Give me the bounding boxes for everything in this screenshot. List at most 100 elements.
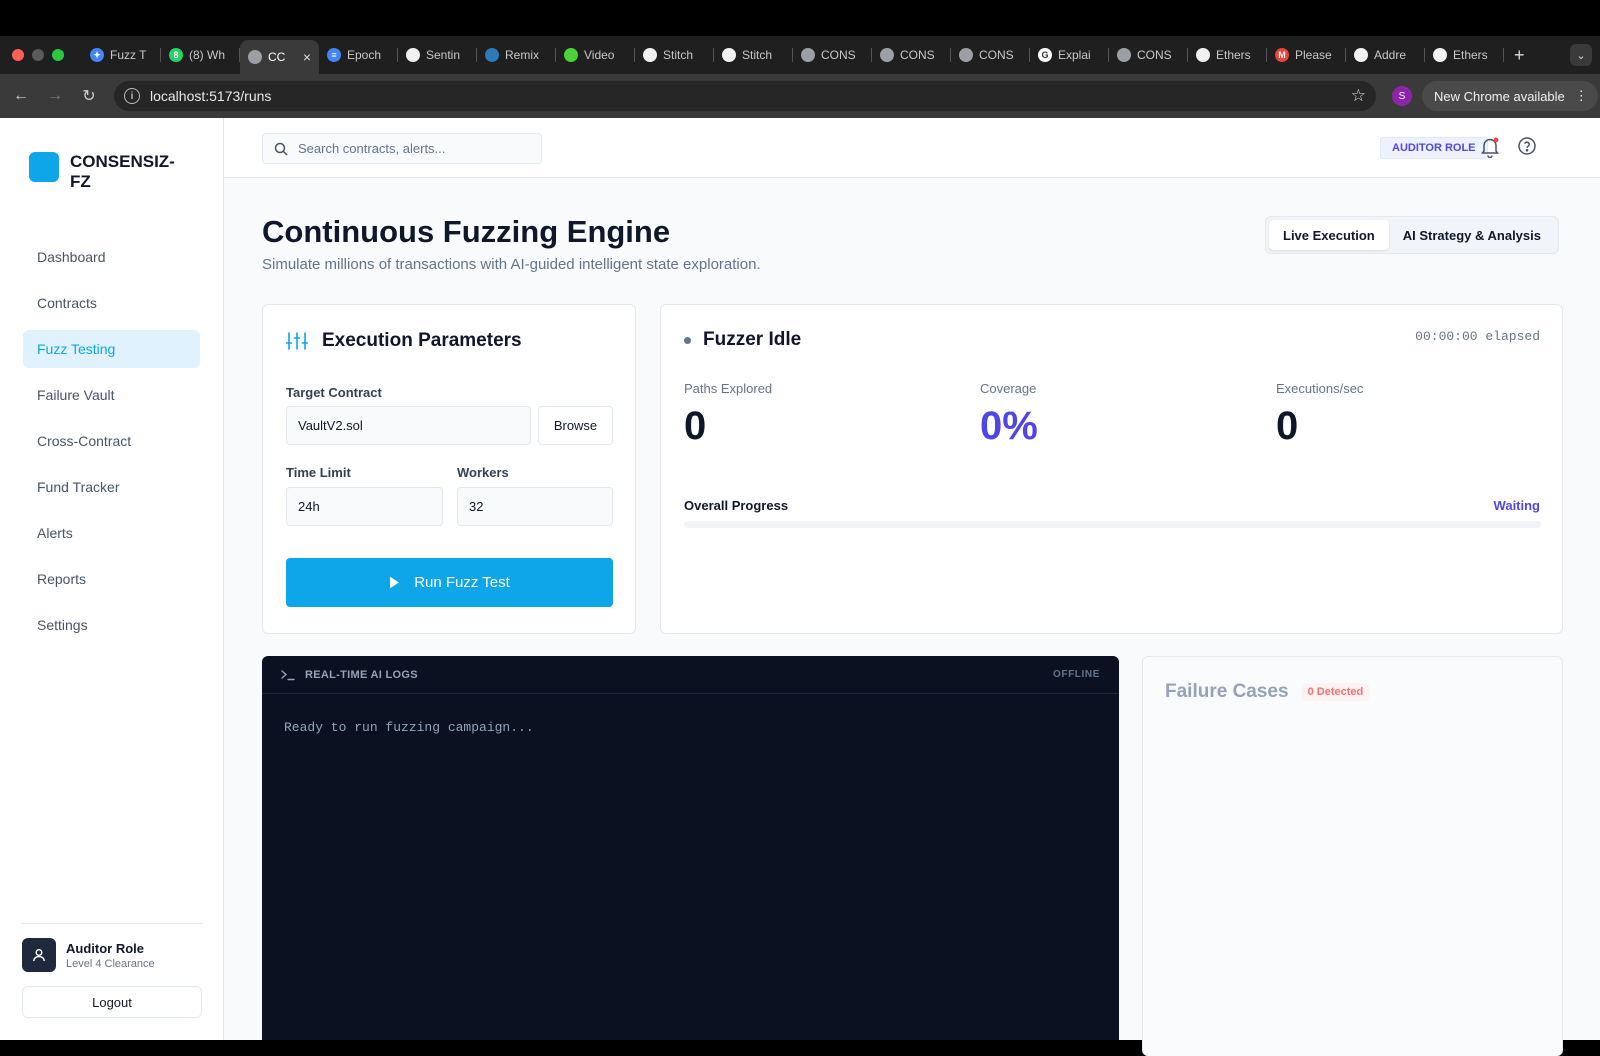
browser-tab[interactable]: Addre [1346,40,1425,70]
user-avatar-icon [22,938,56,972]
tab-title: CONS [821,48,856,62]
paths-explored-stat: Paths Explored 0 [684,381,772,449]
browser-tab[interactable]: ✦ Fuzz T [82,40,161,70]
browser-tab[interactable]: Video [556,40,635,70]
browser-tab[interactable]: Ethers [1425,40,1504,70]
browser-tab[interactable]: Remix [477,40,556,70]
failure-cases-title: Failure Cases [1165,681,1289,702]
sidebar-item-settings[interactable]: Settings [23,606,200,644]
tab-favicon-icon [406,48,420,62]
sidebar-item-failure-vault[interactable]: Failure Vault [23,376,200,414]
page-subtitle: Simulate millions of transactions with A… [262,256,761,273]
bookmark-star-icon[interactable]: ☆ [1351,86,1366,106]
tab-favicon-icon [1196,48,1210,62]
sidebar: CONSENSIZ-FZ Dashboard Contracts Fuzz Test… [0,118,224,1040]
reload-icon[interactable]: ↻ [72,86,106,106]
tab-title: Video [584,48,615,62]
coverage-value: 0% [980,404,1038,448]
browser-tab[interactable]: Sentin [398,40,477,70]
tab-favicon-icon [1117,48,1131,62]
browser-tab[interactable]: G Explai [1030,40,1109,70]
profile-avatar[interactable]: S [1392,86,1412,106]
browser-tab[interactable]: ≡ Epoch [319,40,398,70]
tab-favicon-icon [880,48,894,62]
fuzzer-status: Fuzzer Idle [684,329,801,351]
sidebar-item-fund-tracker[interactable]: Fund Tracker [23,468,200,506]
browse-button[interactable]: Browse [538,406,613,445]
browser-tab[interactable]: CONS [951,40,1030,70]
sidebar-item-alerts[interactable]: Alerts [23,514,200,552]
tab-favicon-icon [1433,48,1447,62]
tab-search-chevron-icon[interactable]: ⌄ [1570,44,1592,66]
params-header: Execution Parameters [286,330,522,352]
tab-title: Explai [1058,48,1091,62]
url-text: localhost:5173/runs [150,88,272,104]
ai-logs-panel: REAL-TIME AI LOGS OFFLINE Ready to run f… [262,656,1119,1040]
sidebar-item-dashboard[interactable]: Dashboard [23,238,200,276]
browser-tab[interactable]: Stitch [635,40,714,70]
tab-favicon-icon: M [1275,48,1289,62]
play-icon [390,576,400,589]
site-info-icon[interactable]: i [124,88,140,104]
zoom-window-button[interactable] [52,49,64,61]
tab-title: Epoch [347,48,382,62]
browser-tab[interactable]: CONS [1109,40,1188,70]
brand-logo-icon [29,152,59,182]
fuzzer-status-title: Fuzzer Idle [703,329,802,350]
tab-title: CONS [1137,48,1172,62]
search-input[interactable] [298,141,528,156]
browser-tab[interactable]: 8 (8) Wh [161,40,240,70]
tab-favicon-icon [643,48,657,62]
sidebar-item-fuzz-testing[interactable]: Fuzz Testing [23,330,200,368]
executions-per-sec-label: Executions/sec [1276,381,1364,396]
user-card: Auditor Role Level 4 Clearance [22,938,202,972]
browser-tab[interactable]: M Please [1267,40,1346,70]
browser-tab[interactable]: Stitch [714,40,793,70]
executions-per-sec-value: 0 [1276,404,1299,448]
close-window-button[interactable] [12,49,24,61]
time-limit-input[interactable] [286,487,443,526]
paths-explored-value: 0 [684,404,707,448]
back-arrow-icon[interactable]: ← [4,87,38,105]
browser-tab-strip: ✦ Fuzz T 8 (8) Wh CC × ≡ Epoch Sentin Remix Video S… [0,36,1600,74]
sidebar-nav: Dashboard Contracts Fuzz Testing Failure Va… [0,238,223,644]
brand[interactable]: CONSENSIZ-FZ [0,118,223,192]
ai-logs-header: REAL-TIME AI LOGS OFFLINE [262,656,1119,694]
sidebar-item-reports[interactable]: Reports [23,560,200,598]
forward-arrow-icon[interactable]: → [38,87,72,105]
run-fuzz-test-label: Run Fuzz Test [414,574,510,591]
workers-input[interactable] [457,487,613,526]
progress-status: Waiting [1493,498,1540,513]
minimize-window-button[interactable] [32,49,44,61]
bell-icon[interactable] [1480,136,1500,163]
tab-favicon-icon: 8 [169,48,183,62]
tab-favicon-icon [1354,48,1368,62]
tab-favicon-icon [959,48,973,62]
workers-label: Workers [457,465,509,480]
logout-button[interactable]: Logout [22,986,202,1018]
tab-live-execution[interactable]: Live Execution [1269,220,1389,250]
tab-ai-strategy[interactable]: AI Strategy & Analysis [1389,220,1555,250]
run-fuzz-test-button[interactable]: Run Fuzz Test [286,558,613,607]
address-bar[interactable]: i localhost:5173/runs ☆ [114,81,1376,111]
tab-title: Addre [1374,48,1407,62]
close-tab-icon[interactable]: × [303,49,311,65]
browser-tab[interactable]: CONS [793,40,872,70]
tab-favicon-icon: G [1038,48,1052,62]
top-bar: AUDITOR ROLE [224,118,1600,178]
sidebar-item-cross-contract[interactable]: Cross-Contract [23,422,200,460]
browser-tab[interactable]: CC × [240,40,319,74]
new-tab-button[interactable]: + [1504,45,1535,66]
ai-logs-state: OFFLINE [1053,669,1100,680]
elapsed-timer: 00:00:00 elapsed [1415,329,1540,344]
more-vert-icon: ⋮ [1574,88,1588,103]
target-contract-input[interactable] [286,406,531,445]
tab-title: (8) Wh [189,48,225,62]
browser-tab[interactable]: CONS [872,40,951,70]
chrome-update-button[interactable]: New Chrome available ⋮ [1422,81,1598,111]
sidebar-item-contracts[interactable]: Contracts [23,284,200,322]
target-contract-label: Target Contract [286,385,382,400]
help-icon[interactable] [1517,136,1537,161]
browser-tab[interactable]: Ethers [1188,40,1267,70]
tab-favicon-icon [564,48,578,62]
